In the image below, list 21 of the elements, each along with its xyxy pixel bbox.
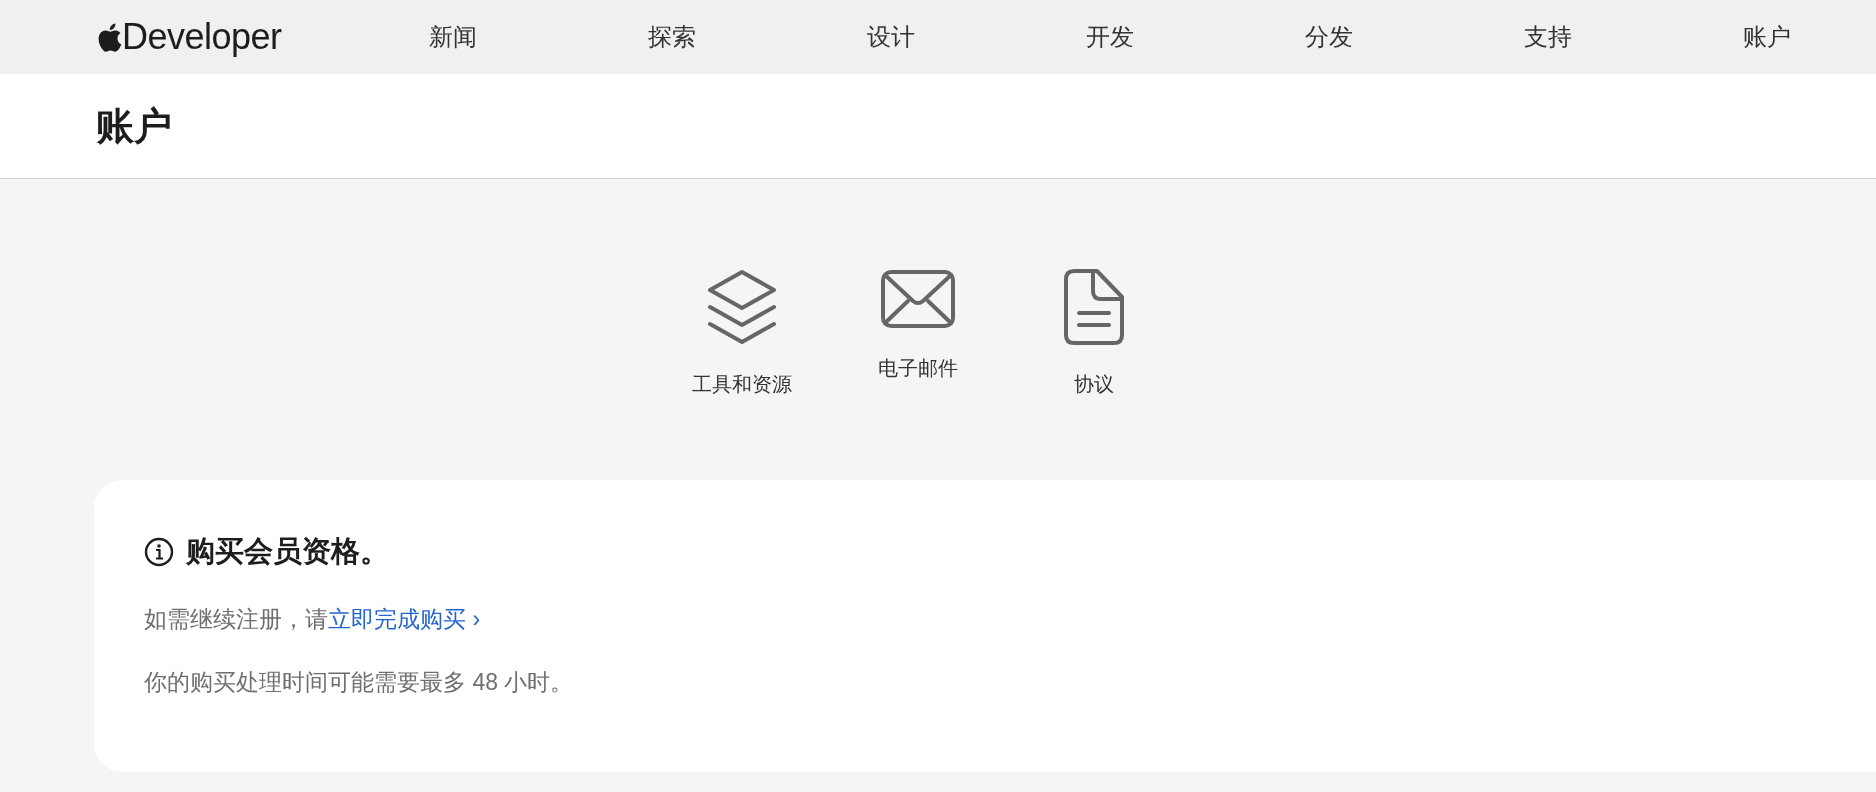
layers-icon xyxy=(706,269,778,345)
envelope-icon xyxy=(880,269,956,329)
nav-link[interactable]: 设计 xyxy=(781,21,1000,53)
notice-text: 如需继续注册，请立即完成购买 › xyxy=(144,605,482,634)
nav-link[interactable]: 新闻 xyxy=(343,21,562,53)
shortcut-link[interactable]: 电子邮件 xyxy=(848,269,988,398)
page-title: 账户 xyxy=(96,103,172,149)
brand-name[interactable]: Developer xyxy=(122,16,282,58)
purchase-link[interactable]: 立即完成购买 › xyxy=(328,606,481,632)
info-icon xyxy=(144,537,174,567)
notice-title: 购买会员资格。 xyxy=(186,534,389,569)
nav-link[interactable]: 分发 xyxy=(1219,21,1438,53)
apple-logo-icon[interactable] xyxy=(96,21,122,53)
notice-note: 你的购买处理时间可能需要最多 48 小时。 xyxy=(144,668,575,697)
nav-link[interactable]: 开发 xyxy=(1000,21,1219,53)
nav-link[interactable]: 探索 xyxy=(562,21,781,53)
shortcut-link[interactable]: 协议 xyxy=(1024,269,1164,398)
nav-link[interactable]: 账户 xyxy=(1657,21,1876,53)
document-icon xyxy=(1064,269,1124,345)
nav-link[interactable]: 支持 xyxy=(1438,21,1657,53)
shortcut-link[interactable]: 工具和资源 xyxy=(672,269,812,398)
